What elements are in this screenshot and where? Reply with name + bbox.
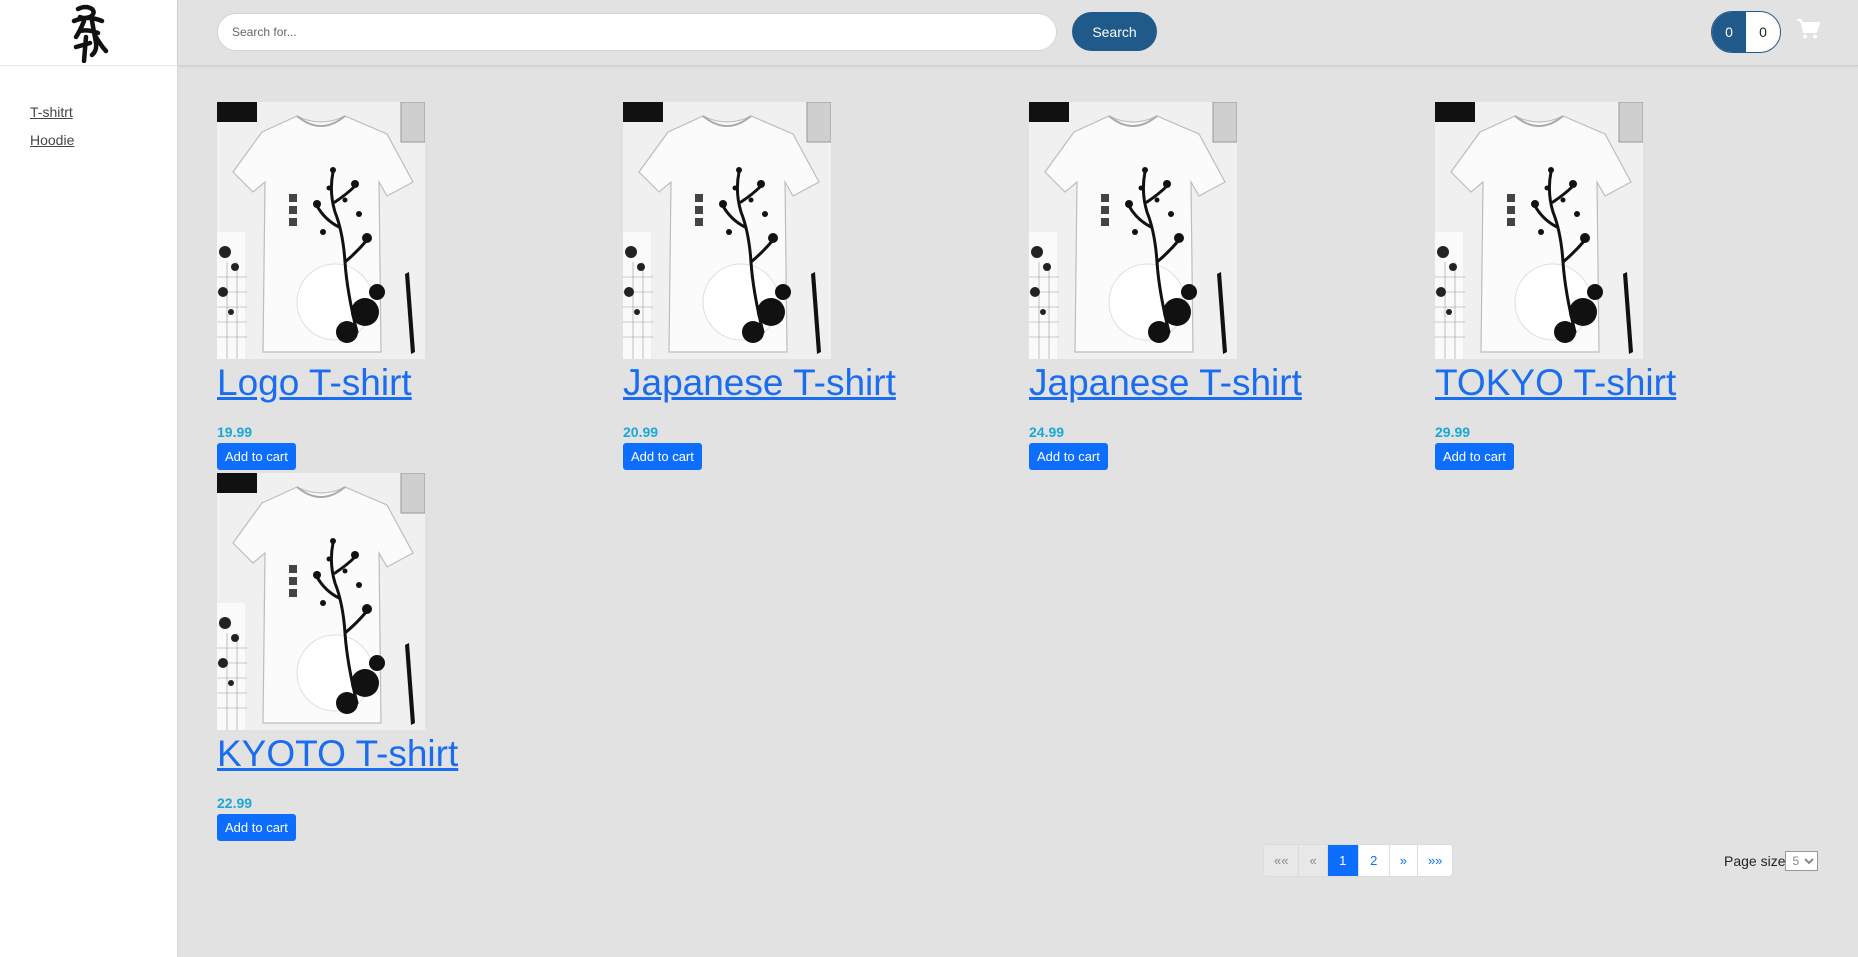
pagination: «« « 1 2 » »»: [1263, 844, 1454, 877]
product-card: TOKYO T-shirt 29.99 Add to cart: [1435, 102, 1765, 470]
category-nav: T-shitrt Hoodie: [30, 104, 74, 160]
product-title-link[interactable]: Japanese T-shirt: [1029, 361, 1359, 405]
page-first[interactable]: ««: [1264, 845, 1300, 876]
cart-counter[interactable]: 0 0: [1711, 11, 1781, 53]
page-next[interactable]: »: [1389, 845, 1418, 876]
add-to-cart-button[interactable]: Add to cart: [623, 443, 702, 470]
product-card: Japanese T-shirt 20.99 Add to cart: [623, 102, 953, 470]
product-card: KYOTO T-shirt 22.99 Add to cart: [217, 473, 547, 841]
page-1[interactable]: 1: [1327, 845, 1359, 876]
product-price: 29.99: [1435, 424, 1471, 440]
product-card: Japanese T-shirt 24.99 Add to cart: [1029, 102, 1359, 470]
page-prev[interactable]: «: [1299, 845, 1328, 876]
header: Search 0 0: [178, 0, 1858, 66]
product-image[interactable]: [217, 473, 425, 730]
page-size-control: Page size 5: [1724, 851, 1819, 871]
page-last[interactable]: »»: [1417, 845, 1453, 876]
product-title-link[interactable]: KYOTO T-shirt: [217, 732, 547, 776]
page-2[interactable]: 2: [1358, 845, 1390, 876]
product-price: 22.99: [217, 795, 253, 811]
product-price: 20.99: [623, 424, 659, 440]
add-to-cart-button[interactable]: Add to cart: [1435, 443, 1514, 470]
shopping-cart-icon[interactable]: [1796, 18, 1820, 40]
add-to-cart-button[interactable]: Add to cart: [217, 443, 296, 470]
search-button[interactable]: Search: [1072, 12, 1157, 51]
product-image[interactable]: [623, 102, 831, 359]
product-title-link[interactable]: Logo T-shirt: [217, 361, 547, 405]
product-image[interactable]: [1435, 102, 1643, 359]
sidebar-item-hoodie[interactable]: Hoodie: [30, 132, 74, 148]
product-card: Logo T-shirt 19.99 Add to cart: [217, 102, 547, 470]
product-price: 19.99: [217, 424, 253, 440]
cart-count-secondary[interactable]: 0: [1746, 12, 1780, 52]
search-input[interactable]: [217, 13, 1057, 51]
cart-count-primary[interactable]: 0: [1712, 12, 1746, 52]
page-size-label: Page size: [1724, 853, 1786, 869]
sidebar-item-tshirt[interactable]: T-shitrt: [30, 104, 74, 120]
product-price: 24.99: [1029, 424, 1065, 440]
brand-logo-icon: [71, 4, 109, 63]
add-to-cart-button[interactable]: Add to cart: [217, 814, 296, 841]
brand-logo[interactable]: [0, 0, 178, 66]
product-title-link[interactable]: TOKYO T-shirt: [1435, 361, 1765, 405]
product-image[interactable]: [1029, 102, 1237, 359]
page-size-select[interactable]: 5: [1785, 851, 1819, 871]
sidebar: T-shitrt Hoodie: [0, 0, 178, 957]
product-title-link[interactable]: Japanese T-shirt: [623, 361, 953, 405]
product-image[interactable]: [217, 102, 425, 359]
add-to-cart-button[interactable]: Add to cart: [1029, 443, 1108, 470]
